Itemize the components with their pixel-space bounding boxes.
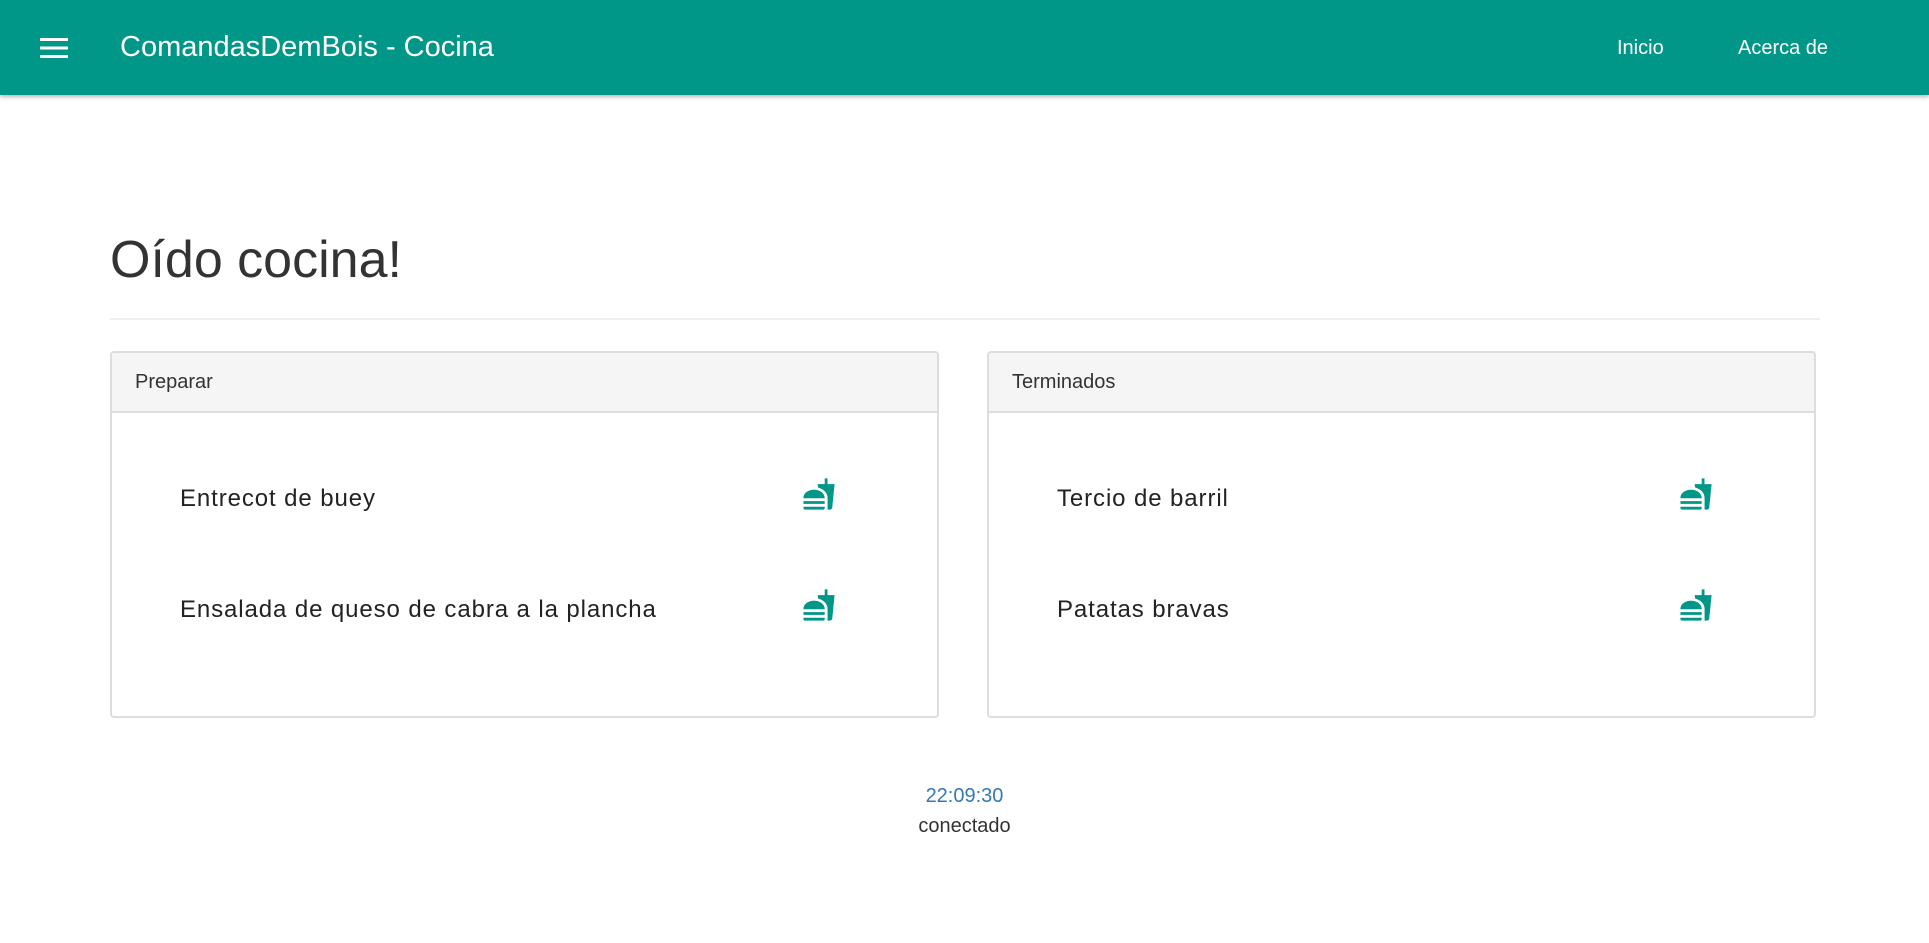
nav-link-inicio[interactable]: Inicio xyxy=(1617,36,1664,60)
panel-heading-preparar: Preparar xyxy=(112,353,937,413)
fastfood-icon[interactable] xyxy=(802,588,836,622)
hamburger-menu-icon[interactable] xyxy=(36,33,72,63)
status-time: 22:09:30 xyxy=(925,785,1004,807)
order-item-name: Tercio de barril xyxy=(1057,485,1229,512)
order-item: Entrecot de buey xyxy=(180,477,870,521)
nav-link-acerca-de[interactable]: Acerca de xyxy=(1738,36,1828,60)
panel-preparar: Preparar Entrecot de buey Ensalada de qu… xyxy=(110,351,939,718)
order-item-name: Entrecot de buey xyxy=(180,485,376,512)
fastfood-icon[interactable] xyxy=(1679,477,1713,511)
fastfood-icon[interactable] xyxy=(802,477,836,511)
order-item: Ensalada de queso de cabra a la plancha xyxy=(180,588,870,632)
app-title: ComandasDemBois - Cocina xyxy=(120,31,494,63)
panel-terminados: Terminados Tercio de barril Patatas brav… xyxy=(987,351,1816,718)
panel-heading-terminados: Terminados xyxy=(989,353,1814,413)
status-connection-text: conectado xyxy=(918,815,1011,837)
order-item-name: Ensalada de queso de cabra a la plancha xyxy=(180,596,657,623)
fastfood-icon[interactable] xyxy=(1679,588,1713,622)
order-item: Tercio de barril xyxy=(1057,477,1747,521)
top-app-bar: ComandasDemBois - Cocina Inicio Acerca d… xyxy=(0,0,1929,95)
title-divider xyxy=(110,318,1820,320)
order-item: Patatas bravas xyxy=(1057,588,1747,632)
connection-status: 22:09:30 conectado xyxy=(0,782,1929,840)
order-item-name: Patatas bravas xyxy=(1057,596,1230,623)
page-title: Oído cocina! xyxy=(110,231,402,289)
